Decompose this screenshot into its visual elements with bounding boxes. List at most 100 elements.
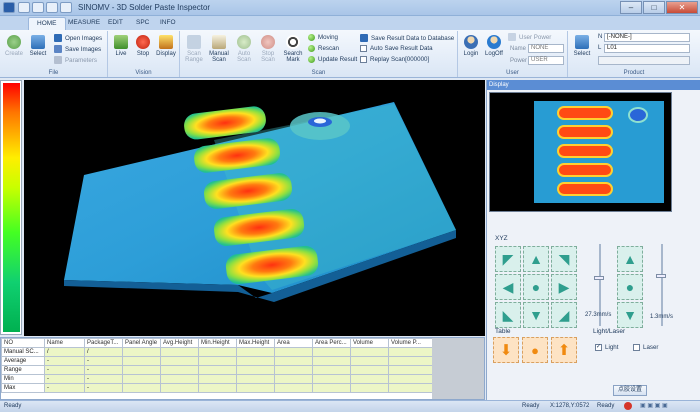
table-cell [198, 365, 237, 375]
move-up-left-button[interactable]: ◤ [495, 246, 521, 272]
parameters-button[interactable]: Parameters [54, 56, 97, 64]
auto-scan-button[interactable]: Auto Scan [233, 35, 255, 63]
auto-save-checkbox[interactable]: Auto Save Result Data [360, 45, 433, 52]
parameters-icon [54, 56, 62, 64]
status-indicator-icon [624, 402, 632, 410]
quick-access-menu-icon[interactable] [60, 2, 72, 13]
move-z-down-button[interactable]: ▼ [617, 302, 643, 328]
quick-access-undo-icon[interactable] [32, 2, 44, 13]
user-name-field[interactable]: NONE [528, 44, 564, 53]
table-row[interactable]: Range - - [1, 365, 433, 375]
move-up-button[interactable]: ▲ [523, 246, 549, 272]
col-header[interactable]: Area [274, 338, 313, 348]
database-icon [360, 34, 368, 42]
tab-edit[interactable]: EDIT [100, 17, 131, 30]
status-left: Ready [4, 403, 22, 409]
save-result-db-button[interactable]: Save Result Data to Database [360, 34, 454, 42]
col-header[interactable]: PackageT... [84, 338, 123, 348]
stop-scan-button[interactable]: Stop Scan [257, 35, 279, 63]
z-speed-slider-thumb[interactable] [656, 274, 666, 278]
col-header[interactable]: NO [1, 338, 45, 348]
move-z-up-button[interactable]: ▲ [617, 246, 643, 272]
row-header: Manual SC... [1, 347, 45, 357]
cursor-coordinates: X:1278,Y:0572 [550, 403, 590, 409]
move-home-button[interactable]: ● [523, 274, 549, 300]
product-l-field[interactable]: L01 [604, 44, 690, 53]
auto-save-checkbox-box [360, 45, 367, 52]
tab-info[interactable]: INFO [152, 17, 184, 30]
minimize-button[interactable]: – [620, 1, 642, 14]
moving-button[interactable]: Moving [308, 34, 338, 41]
user-power-field[interactable]: USER [528, 56, 564, 65]
move-down-left-button[interactable]: ◣ [495, 302, 521, 328]
table-row[interactable]: Max - - [1, 383, 433, 393]
table-cell [198, 347, 237, 357]
product-select-button[interactable]: Select [571, 35, 593, 57]
save-images-button[interactable]: Save Images [54, 45, 101, 53]
table-stop-button[interactable]: ● [522, 337, 548, 363]
live-button[interactable]: Live [112, 35, 130, 57]
user-power-button[interactable]: User Power [508, 33, 551, 41]
table-control-buttons: ⬇ ● ⬆ [493, 337, 577, 363]
move-up-right-button[interactable]: ◥ [551, 246, 577, 272]
table-cell [236, 374, 275, 384]
3d-view-canvas[interactable] [24, 80, 485, 336]
col-header[interactable]: Min.Height [198, 338, 237, 348]
dispense-settings-button[interactable]: 点胶设置 [613, 385, 647, 396]
quick-access-save-icon[interactable] [18, 2, 30, 13]
manual-scan-button[interactable]: Manual Scan [207, 35, 231, 63]
vision-group: Live Stop Display Vision [108, 31, 180, 77]
col-header[interactable]: Avg.Height [160, 338, 199, 348]
open-folder-icon [54, 34, 62, 42]
scan-range-button[interactable]: Scan Range [183, 35, 205, 63]
col-header[interactable]: Name [44, 338, 85, 348]
z-down-icon: ▼ [623, 307, 637, 323]
table-cell [312, 347, 351, 357]
create-button[interactable]: Create [4, 35, 24, 57]
table-up-button[interactable]: ⬆ [551, 337, 577, 363]
vision-stop-button[interactable]: Stop [134, 35, 152, 57]
search-mark-button[interactable]: Search Mark [281, 35, 305, 63]
move-right-button[interactable]: ▶ [551, 274, 577, 300]
col-header[interactable]: Area Perc... [312, 338, 351, 348]
table-cell [198, 356, 237, 366]
control-panel: Display XYZ ◤ ▲ ◥ ◀ ● ▶ ◣ ▼ ◢ 27.3mm/s ▲ [486, 80, 700, 400]
move-left-button[interactable]: ◀ [495, 274, 521, 300]
col-header[interactable]: Panel Angle [122, 338, 161, 348]
file-select-button[interactable]: Select [27, 35, 49, 57]
xy-speed-slider-thumb[interactable] [594, 276, 604, 280]
display-image-icon [159, 35, 173, 49]
move-z-home-button[interactable]: ● [617, 274, 643, 300]
col-header[interactable]: Volume P... [388, 338, 433, 348]
table-cell [274, 374, 313, 384]
arrow-left-icon: ◀ [502, 278, 514, 295]
light-checkbox[interactable]: ✓ Light [595, 344, 618, 351]
maximize-button[interactable]: □ [643, 1, 665, 14]
move-down-button[interactable]: ▼ [523, 302, 549, 328]
table-row[interactable]: Min - - [1, 374, 433, 384]
display-button[interactable]: Display [154, 35, 178, 57]
laser-checkbox[interactable]: Laser [633, 344, 658, 351]
table-control-label: Table [495, 328, 511, 335]
col-header[interactable]: Max.Height [236, 338, 275, 348]
col-header[interactable]: Volume [350, 338, 389, 348]
table-row[interactable]: Manual SC... / / [1, 347, 433, 357]
product-n-field[interactable]: [-NONE-] [604, 33, 690, 42]
logoff-button[interactable]: LogOff [483, 35, 505, 57]
user-group: Login LogOff User Power Name NONE Power … [458, 31, 568, 77]
update-result-button[interactable]: Update Result [308, 56, 357, 63]
open-images-button[interactable]: Open Images [54, 34, 102, 42]
move-down-right-button[interactable]: ◢ [551, 302, 577, 328]
rescan-button[interactable]: Rescan [308, 45, 339, 52]
table-row[interactable]: Average - - [1, 356, 433, 366]
create-icon [7, 35, 21, 49]
display-thumbnail[interactable] [489, 92, 672, 212]
table-cell: - [84, 365, 123, 375]
replay-scan-checkbox[interactable]: Replay Scan[000000] [360, 56, 429, 63]
table-down-button[interactable]: ⬇ [493, 337, 519, 363]
close-button[interactable]: ✕ [666, 1, 698, 14]
quick-access-redo-icon[interactable] [46, 2, 58, 13]
save-disk-icon [54, 45, 62, 53]
table-cell [236, 347, 275, 357]
login-button[interactable]: Login [461, 35, 481, 57]
